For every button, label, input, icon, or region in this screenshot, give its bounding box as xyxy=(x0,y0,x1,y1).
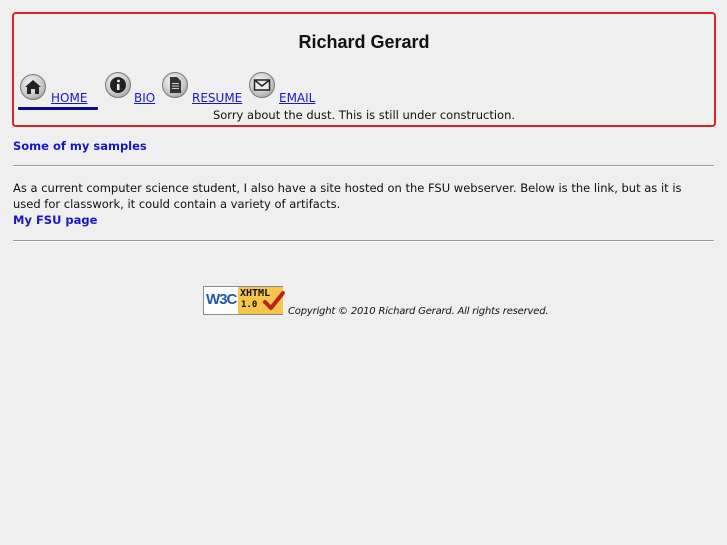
badge-version: 1.0 xyxy=(241,300,258,310)
home-icon[interactable] xyxy=(20,74,46,100)
site-title: Richard Gerard xyxy=(298,32,430,52)
intro-paragraph: As a current computer science student, I… xyxy=(13,181,682,211)
header-box: Richard Gerard HOME BIO RESUME EMAIL Sor… xyxy=(12,12,716,127)
nav-link-resume[interactable]: RESUME xyxy=(192,91,242,105)
nav-item-home[interactable]: HOME xyxy=(18,72,98,112)
badge-standard-panel: XHTML 1.0 xyxy=(238,287,285,314)
w3c-badge-org: W3C xyxy=(206,291,237,308)
nav-link-bio[interactable]: BIO xyxy=(134,91,155,105)
samples-link[interactable]: Some of my samples xyxy=(13,139,147,153)
copyright-text: Copyright © 2010 Richard Gerard. All rig… xyxy=(288,306,549,317)
nav-link-email[interactable]: EMAIL xyxy=(279,91,315,105)
divider-bottom xyxy=(13,240,714,242)
checkmark-icon xyxy=(263,291,285,310)
fsu-page-link[interactable]: My FSU page xyxy=(13,213,97,227)
document-icon[interactable] xyxy=(162,72,188,98)
nav-item-resume[interactable]: RESUME xyxy=(161,72,246,112)
info-icon[interactable] xyxy=(105,72,131,98)
envelope-icon[interactable] xyxy=(249,72,275,98)
nav-link-home[interactable]: HOME xyxy=(51,91,87,105)
w3c-xhtml-badge[interactable]: W3C XHTML 1.0 xyxy=(203,286,285,315)
nav-item-bio[interactable]: BIO xyxy=(104,72,159,112)
nav-item-email[interactable]: EMAIL xyxy=(248,72,323,112)
construction-notice: Sorry about the dust. This is still unde… xyxy=(212,108,516,122)
divider-top xyxy=(13,165,714,167)
